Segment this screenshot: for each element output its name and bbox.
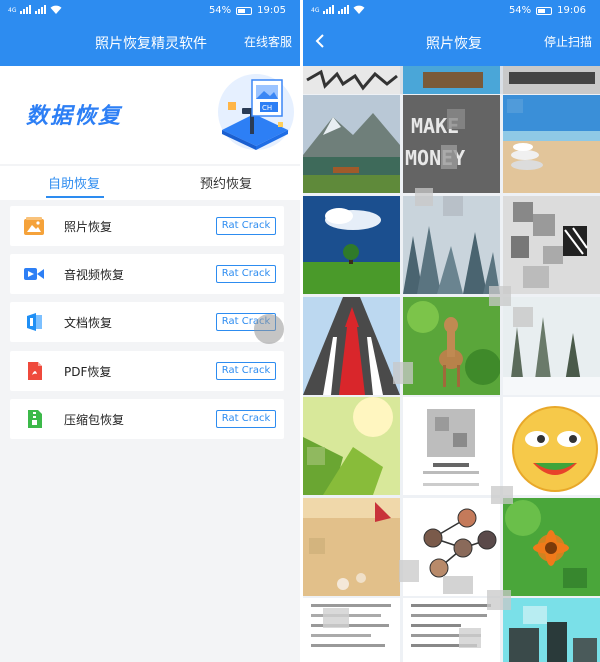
status-right: 54% 19:05 (209, 5, 286, 16)
blur-patch (487, 590, 511, 610)
battery-icon (236, 6, 253, 15)
signal-tag: 4G (311, 7, 320, 14)
rat-crack-button[interactable]: Rat Crack (216, 362, 276, 380)
svg-text:CH: CH (262, 104, 272, 112)
tab-self-recovery[interactable]: 自助恢复 (48, 173, 100, 192)
online-service-button[interactable]: 在线客服 (244, 33, 292, 50)
list-item-photo-recovery[interactable]: 照片恢复 Rat Crack (10, 206, 284, 246)
status-bar: 4G 54% 19:05 (0, 0, 300, 22)
status-bar: 4G 54% 19:06 (303, 0, 600, 22)
signal-icon: 4G (8, 5, 62, 14)
battery-percent: 54% (508, 5, 532, 16)
data-recovery-illustration-icon: CH (218, 74, 294, 150)
item-label: 压缩包恢复 (64, 413, 125, 427)
item-label: PDF恢复 (64, 365, 112, 379)
blur-patch (415, 188, 433, 206)
right-screen: 4G 54% 19:06 照片恢复 停止扫描 MAKE MONEY (303, 0, 600, 662)
battery-percent: 54% (208, 5, 232, 16)
signal-icon: 4G (311, 5, 365, 14)
photo-thumbnail[interactable] (503, 297, 600, 395)
rat-crack-button[interactable]: Rat Crack (216, 217, 276, 235)
list-item-pdf-recovery[interactable]: PDF恢复 Rat Crack (10, 351, 284, 391)
left-screen: 4G 54% 19:05 照片恢复精灵软件 在线客服 数据恢复 CH 自助恢复 … (0, 0, 300, 662)
video-icon (24, 268, 44, 280)
pdf-icon (28, 362, 42, 380)
photo-thumbnail[interactable] (303, 498, 400, 596)
photo-thumbnail[interactable] (303, 397, 400, 495)
photo-thumbnail[interactable] (403, 297, 500, 395)
photo-thumbnail[interactable] (303, 598, 400, 662)
photo-thumbnail[interactable] (503, 196, 600, 294)
header-bar: 4G 54% 19:06 照片恢复 停止扫描 (303, 0, 600, 66)
page-title: 照片恢复 (426, 36, 482, 52)
blur-patch (489, 286, 511, 306)
clock: 19:06 (557, 5, 586, 16)
zip-icon (28, 410, 42, 428)
tab-bar: 自助恢复 预约恢复 (0, 166, 300, 200)
item-label: 照片恢复 (64, 220, 113, 234)
item-label: 音视频恢复 (64, 268, 125, 282)
photo-thumbnail[interactable] (503, 397, 600, 495)
blur-patch (491, 486, 513, 504)
photo-thumbnail[interactable] (403, 397, 500, 495)
list-item-video-recovery[interactable]: 音视频恢复 Rat Crack (10, 254, 284, 294)
list-item-document-recovery[interactable]: 文档恢复 Rat Crack (10, 302, 284, 342)
photo-thumbnail[interactable]: MAKE MONEY (403, 95, 500, 193)
blur-patch (399, 560, 419, 582)
banner-title: 数据恢复 (26, 104, 123, 129)
clock: 19:05 (257, 5, 286, 16)
list-item-zip-recovery[interactable]: 压缩包恢复 Rat Crack (10, 399, 284, 439)
banner: 数据恢复 CH (0, 66, 300, 164)
photo-thumbnail[interactable] (303, 297, 400, 395)
blur-patch (393, 362, 413, 384)
document-icon (27, 313, 42, 331)
rat-crack-button[interactable]: Rat Crack (216, 265, 276, 283)
photo-thumbnail[interactable] (503, 598, 600, 662)
touch-indicator (254, 314, 284, 344)
signal-tag: 4G (8, 7, 17, 14)
photo-thumbnail[interactable] (503, 95, 600, 193)
photo-thumbnail[interactable] (503, 498, 600, 596)
photo-icon (24, 217, 44, 235)
wifi-icon (50, 5, 62, 14)
battery-icon (536, 6, 553, 15)
tab-appointment-recovery[interactable]: 预约恢复 (200, 173, 252, 192)
status-right: 54% 19:06 (509, 5, 586, 16)
header-bar: 4G 54% 19:05 照片恢复精灵软件 在线客服 (0, 0, 300, 66)
page-title: 照片恢复精灵软件 (95, 36, 207, 52)
photo-thumbnail[interactable] (303, 196, 400, 294)
back-arrow-icon[interactable] (313, 33, 327, 49)
photo-thumbnail[interactable] (403, 196, 500, 294)
rat-crack-button[interactable]: Rat Crack (216, 410, 276, 428)
photo-thumbnail[interactable] (303, 95, 400, 193)
wifi-icon (353, 5, 365, 14)
item-label: 文档恢复 (64, 316, 113, 330)
stop-scan-button[interactable]: 停止扫描 (544, 33, 592, 50)
active-tab-indicator (46, 196, 104, 198)
photo-thumbnail[interactable] (403, 598, 500, 662)
partial-photo-row (303, 66, 600, 94)
